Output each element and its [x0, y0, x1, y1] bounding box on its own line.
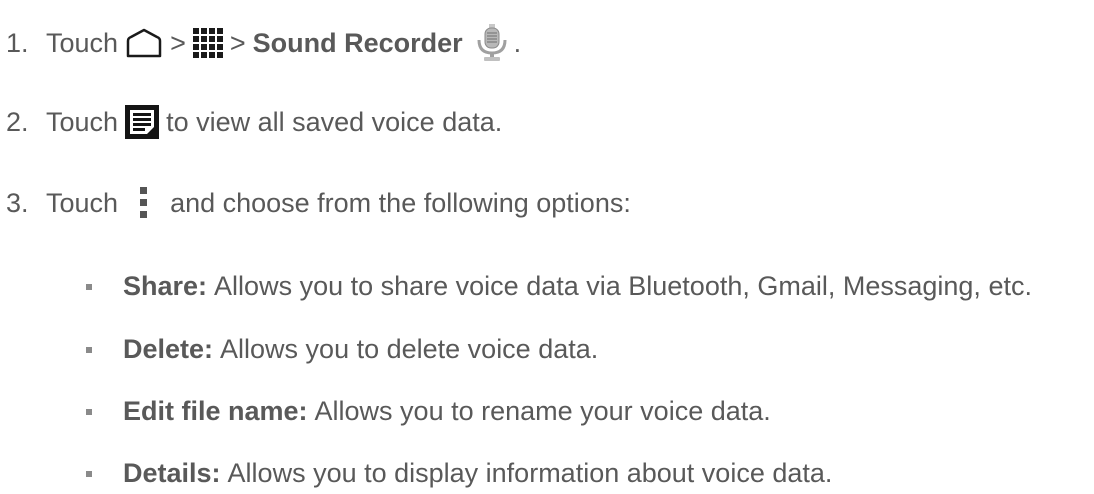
step-2: 2. Touch to view all saved voice data.	[0, 105, 502, 139]
separator: >	[170, 27, 186, 58]
touch-word: Touch	[46, 187, 119, 218]
bullet-mark	[86, 408, 92, 415]
option-details: Details: Allows you to display informati…	[86, 458, 832, 489]
home-icon	[125, 28, 163, 58]
apps-grid-icon	[192, 28, 223, 58]
bullet-mark	[86, 346, 92, 353]
step-number: 3.	[6, 187, 29, 218]
step-text: and choose from the following options:	[170, 187, 631, 218]
option-text: Allows you to share voice data via Bluet…	[214, 271, 1032, 301]
sound-recorder-app-icon	[477, 24, 507, 62]
option-edit-file-name: Edit file name: Allows you to rename you…	[86, 396, 771, 427]
option-label: Edit file name:	[123, 396, 308, 426]
option-share: Share: Allows you to share voice data vi…	[86, 271, 1032, 302]
app-name: Sound Recorder	[252, 27, 463, 58]
step-text: to view all saved voice data.	[166, 106, 503, 137]
step-number: 2.	[6, 106, 29, 137]
option-label: Delete:	[123, 334, 214, 364]
bullet-mark	[86, 283, 92, 290]
period: .	[513, 27, 522, 58]
touch-word: Touch	[46, 106, 119, 137]
menu-icon	[139, 187, 149, 219]
step-1: 1. Touch > > Sound Recorder .	[0, 24, 521, 62]
option-text: Allows you to display information about …	[227, 458, 833, 488]
bullet-mark	[86, 470, 92, 477]
list-icon	[125, 105, 160, 139]
option-text: Allows you to rename your voice data.	[314, 396, 771, 426]
touch-word: Touch	[46, 27, 119, 58]
separator: >	[229, 27, 246, 58]
step-number: 1.	[6, 27, 29, 58]
option-delete: Delete: Allows you to delete voice data.	[86, 334, 598, 365]
option-text: Allows you to delete voice data.	[220, 334, 599, 364]
option-label: Details:	[123, 458, 221, 488]
option-label: Share:	[123, 271, 208, 301]
step-3: 3. Touch and choose from the following o…	[0, 187, 631, 219]
